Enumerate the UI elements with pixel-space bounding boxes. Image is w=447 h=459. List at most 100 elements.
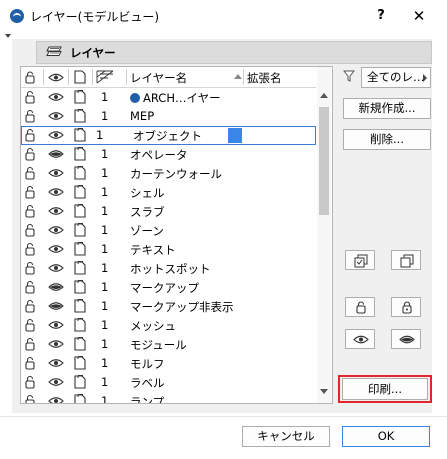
unlocked-padlock-icon[interactable] [25, 223, 35, 237]
document-icon[interactable] [74, 394, 86, 404]
eye-icon[interactable] [48, 166, 64, 180]
eye-icon[interactable] [48, 394, 64, 404]
layer-intersection-number[interactable]: 1 [101, 280, 108, 294]
lock-all-button[interactable] [391, 297, 421, 317]
document-icon[interactable] [74, 128, 86, 142]
eye-solid-icon[interactable] [48, 299, 64, 313]
layer-intersection-number[interactable]: 1 [101, 204, 108, 218]
unlocked-padlock-icon[interactable] [25, 166, 35, 180]
layer-intersection-number[interactable]: 1 [96, 128, 103, 142]
visibility-column-icon[interactable] [48, 72, 64, 83]
layer-row[interactable]: 1 モジュール [21, 335, 316, 354]
document-icon[interactable] [74, 185, 86, 199]
eye-solid-icon[interactable] [48, 147, 64, 161]
ok-button[interactable]: OK [342, 426, 430, 447]
document-icon[interactable] [74, 109, 86, 123]
unlocked-padlock-icon[interactable] [25, 185, 35, 199]
eye-icon[interactable] [48, 318, 64, 332]
document-icon[interactable] [74, 299, 86, 313]
layer-intersection-number[interactable]: 1 [101, 147, 108, 161]
document-icon[interactable] [74, 261, 86, 275]
unlocked-padlock-icon[interactable] [25, 337, 35, 351]
eye-icon[interactable] [48, 185, 64, 199]
layer-row[interactable]: 1 カーテンウォール [21, 164, 316, 183]
eye-solid-icon[interactable] [48, 280, 64, 294]
layer-row[interactable]: 1 メッシュ [21, 316, 316, 335]
layer-intersection-number[interactable]: 1 [101, 394, 108, 403]
delete-layer-button[interactable]: 削除... [343, 129, 431, 150]
unlocked-padlock-icon[interactable] [25, 242, 35, 256]
document-icon[interactable] [74, 242, 86, 256]
layer-row[interactable]: 1 マークアップ [21, 278, 316, 297]
layer-intersection-number[interactable]: 1 [101, 337, 108, 351]
layer-filter-dropdown[interactable]: 全てのレ… [361, 67, 431, 88]
eye-icon[interactable] [48, 356, 64, 370]
eye-icon[interactable] [48, 242, 64, 256]
close-button[interactable]: ✕ [409, 6, 429, 26]
layer-intersection-number[interactable]: 1 [101, 166, 108, 180]
list-scrollbar[interactable] [317, 67, 331, 403]
document-icon[interactable] [74, 90, 86, 104]
extension-edit-cursor[interactable] [228, 128, 242, 143]
scroll-down-arrow-icon[interactable] [320, 389, 328, 394]
layer-intersection-number[interactable]: 1 [101, 109, 108, 123]
layer-intersection-number[interactable]: 1 [101, 90, 108, 104]
layer-row[interactable]: 1 ラベル [21, 373, 316, 392]
unlock-all-button[interactable] [345, 297, 375, 317]
eye-icon[interactable] [48, 204, 64, 218]
unlocked-padlock-icon[interactable] [25, 147, 35, 161]
eye-icon[interactable] [48, 223, 64, 237]
eye-icon[interactable] [48, 109, 64, 123]
document-icon[interactable] [74, 204, 86, 218]
eye-icon[interactable] [48, 90, 64, 104]
document-icon[interactable] [74, 337, 86, 351]
collapse-arrow-icon[interactable] [5, 34, 11, 38]
document-icon[interactable] [74, 166, 86, 180]
document-icon[interactable] [74, 356, 86, 370]
new-layer-button[interactable]: 新規作成... [343, 98, 431, 119]
layer-list[interactable]: レイヤー名 拡張名 1 ARCH…イヤー 1 MEP 1 オブジェクト 1 オペレータ 1 カーテ… [20, 66, 333, 404]
eye-icon[interactable] [48, 261, 64, 275]
hide-all-button[interactable] [391, 329, 421, 349]
layer-row[interactable]: 1 ゾーン [21, 221, 316, 240]
unlocked-padlock-icon[interactable] [25, 109, 35, 123]
unlocked-padlock-icon[interactable] [25, 128, 35, 142]
layer-row[interactable]: 1 ARCH…イヤー [21, 88, 316, 107]
layer-intersection-number[interactable]: 1 [101, 242, 108, 256]
intersection-group-column-icon[interactable] [96, 70, 114, 84]
layer-intersection-number[interactable]: 1 [101, 356, 108, 370]
layer-row[interactable]: 1 オペレータ [21, 145, 316, 164]
eye-icon[interactable] [48, 337, 64, 351]
layer-row[interactable]: 1 オブジェクト [21, 126, 316, 145]
document-icon[interactable] [74, 280, 86, 294]
scroll-up-arrow-icon[interactable] [320, 93, 328, 98]
unlocked-padlock-icon[interactable] [25, 394, 35, 404]
eye-icon[interactable] [48, 375, 64, 389]
unlocked-padlock-icon[interactable] [25, 299, 35, 313]
column-header-extension[interactable]: 拡張名 [247, 70, 282, 86]
layer-row[interactable]: 1 シェル [21, 183, 316, 202]
layer-row[interactable]: 1 スラブ [21, 202, 316, 221]
help-button[interactable]: ? [371, 6, 391, 26]
unlocked-padlock-icon[interactable] [25, 356, 35, 370]
layer-row[interactable]: 1 マークアップ非表示 [21, 297, 316, 316]
layer-intersection-number[interactable]: 1 [101, 185, 108, 199]
wireframe-column-icon[interactable] [74, 70, 86, 84]
layer-row[interactable]: 1 ホットスポット [21, 259, 316, 278]
duplicate-layer-button[interactable] [345, 250, 375, 270]
eye-icon[interactable] [48, 128, 64, 142]
layer-intersection-number[interactable]: 1 [101, 223, 108, 237]
column-header-layer-name[interactable]: レイヤー名 [130, 70, 187, 86]
unlocked-padlock-icon[interactable] [25, 375, 35, 389]
document-icon[interactable] [74, 223, 86, 237]
show-all-button[interactable] [345, 329, 375, 349]
document-icon[interactable] [74, 318, 86, 332]
layer-row[interactable]: 1 テキスト [21, 240, 316, 259]
layer-intersection-number[interactable]: 1 [101, 318, 108, 332]
layer-intersection-number[interactable]: 1 [101, 261, 108, 275]
unlocked-padlock-icon[interactable] [25, 90, 35, 104]
unlocked-padlock-icon[interactable] [25, 280, 35, 294]
document-icon[interactable] [74, 375, 86, 389]
document-icon[interactable] [74, 147, 86, 161]
lock-column-icon[interactable] [25, 71, 35, 84]
